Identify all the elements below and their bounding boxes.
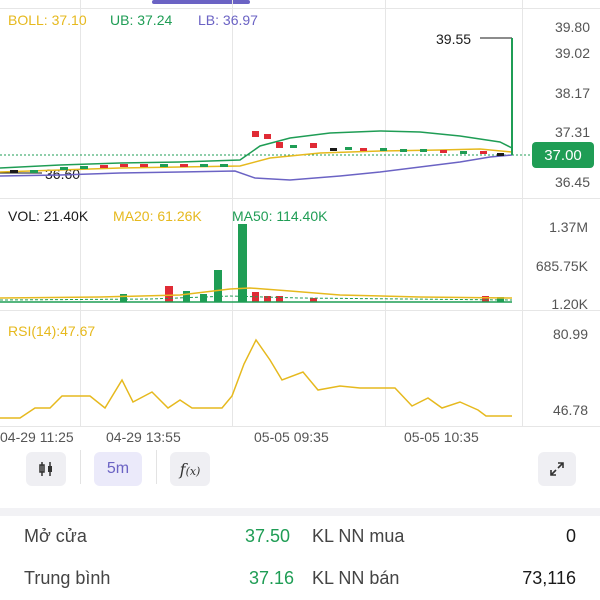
candle	[30, 170, 38, 173]
candle	[140, 164, 148, 167]
candle	[440, 150, 447, 153]
candle	[100, 165, 108, 168]
expand-chart-button[interactable]	[538, 452, 576, 486]
candle	[310, 143, 317, 148]
indicator-function-button[interactable]: f(x)	[170, 452, 210, 486]
toolbar-separator	[80, 450, 81, 484]
average-value: 37.16	[248, 568, 294, 588]
candle	[60, 167, 68, 170]
time-tick: 04-29 11:25	[0, 429, 74, 445]
volume-chart-svg	[0, 224, 513, 303]
foreign-buy-label: KL NN mua	[312, 526, 405, 546]
time-tick: 05-05 10:35	[404, 429, 479, 445]
volume-bar	[238, 224, 247, 302]
price-chart-svg	[0, 37, 530, 181]
average-label: Trung bình	[24, 568, 111, 588]
volume-bars	[120, 224, 504, 302]
candles	[10, 38, 513, 173]
candle	[400, 149, 407, 152]
expand-icon	[550, 462, 564, 476]
volume-bar	[214, 270, 222, 302]
candle	[345, 147, 352, 150]
foreign-sell-value: 73,116	[522, 568, 576, 588]
volume-bar	[120, 294, 127, 302]
candle	[120, 164, 128, 167]
candle	[180, 164, 188, 167]
toolbar-separator	[156, 450, 157, 484]
candlestick-icon	[39, 462, 52, 476]
middle-band-line	[0, 148, 513, 173]
volume-bar	[200, 294, 207, 302]
candle	[290, 145, 297, 148]
section-divider	[0, 508, 600, 516]
candle	[80, 166, 88, 169]
grid-line	[0, 426, 600, 427]
candle	[360, 148, 367, 151]
candle	[252, 131, 259, 137]
function-icon: f(x)	[179, 459, 201, 479]
foreign-sell-label: KL NN bán	[312, 568, 400, 588]
time-tick: 05-05 09:35	[254, 429, 329, 445]
candle	[160, 164, 168, 167]
candle	[10, 170, 18, 173]
rsi-chart-svg	[0, 338, 512, 419]
open-label: Mở cửa	[24, 526, 87, 546]
candle	[200, 164, 208, 167]
volume-bar	[183, 291, 190, 302]
interval-button[interactable]: 5m	[94, 452, 142, 486]
candle	[276, 142, 283, 148]
candle	[264, 134, 271, 139]
foreign-buy-value: 0	[565, 526, 576, 546]
time-tick: 04-29 13:55	[106, 429, 181, 445]
candle	[330, 148, 337, 151]
volume-bar	[165, 286, 173, 302]
lower-band-line	[0, 154, 513, 181]
candle	[460, 151, 467, 154]
volume-bar	[482, 296, 489, 302]
candlestick-toggle-button[interactable]	[26, 452, 66, 486]
candle	[480, 151, 487, 154]
candle	[497, 153, 504, 156]
candle	[220, 164, 228, 167]
rsi-line	[0, 338, 512, 419]
candle	[420, 149, 427, 152]
open-value: 37.50	[244, 526, 290, 546]
candle	[380, 148, 387, 151]
